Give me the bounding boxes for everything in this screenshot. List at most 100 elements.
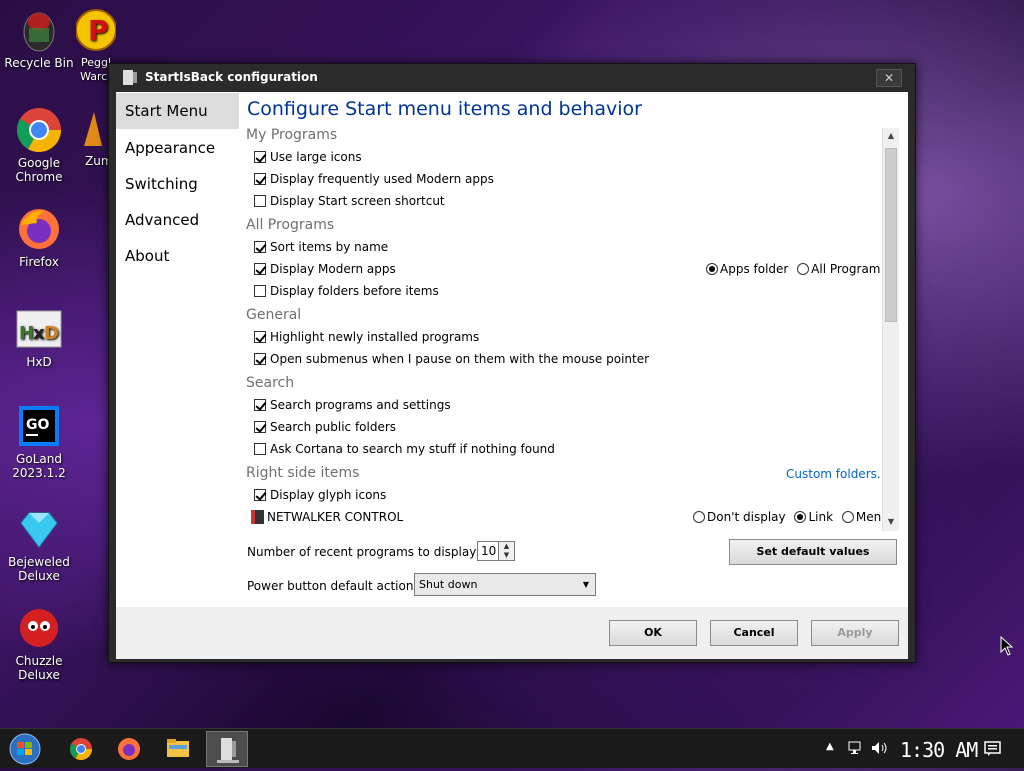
checkbox[interactable] <box>254 331 266 343</box>
zuma-icon <box>80 106 104 154</box>
option-open-submenus[interactable]: Open submenus when I pause on them with … <box>254 351 649 367</box>
close-button[interactable]: ✕ <box>876 69 902 87</box>
checkbox[interactable] <box>254 399 266 411</box>
option-use-large-icons[interactable]: Use large icons <box>254 149 362 165</box>
chuzzle-icon <box>15 604 63 652</box>
option-display-glyph[interactable]: Display glyph icons <box>254 487 386 503</box>
taskbar-clock[interactable]: 1:30 AM <box>900 738 978 762</box>
scroll-down-arrow-icon[interactable]: ▼ <box>883 514 899 530</box>
radio-all-programs[interactable]: All Programs <box>797 262 881 276</box>
desktop-icon-goland[interactable]: GO GoLand 2023.1.2 <box>0 402 78 480</box>
dialog-titlebar[interactable]: StartIsBack configuration ✕ <box>109 64 915 92</box>
radio-button[interactable] <box>693 511 705 523</box>
taskbar-startisback[interactable] <box>206 731 248 767</box>
radio-label: All Programs <box>811 262 881 276</box>
recent-programs-spinner[interactable]: ▲ ▼ <box>498 541 515 561</box>
firefox-icon <box>15 205 63 253</box>
option-search-public[interactable]: Search public folders <box>254 419 396 435</box>
checkbox[interactable] <box>254 353 266 365</box>
option-display-start-screen-shortcut[interactable]: Display Start screen shortcut <box>254 193 445 209</box>
section-search: Search <box>246 375 295 391</box>
radio-button[interactable] <box>706 263 718 275</box>
network-icon[interactable] <box>848 741 864 758</box>
checkbox[interactable] <box>254 151 266 163</box>
checkbox[interactable] <box>254 421 266 433</box>
spin-up-icon[interactable]: ▲ <box>499 542 514 551</box>
nav-switching[interactable]: Switching <box>116 166 239 202</box>
option-label: Search programs and settings <box>270 398 451 412</box>
option-label: Search public folders <box>270 420 397 434</box>
startisback-app-icon <box>217 738 239 763</box>
option-label: Display glyph icons <box>270 488 387 502</box>
apply-button[interactable]: Apply <box>811 620 899 646</box>
power-action-dropdown[interactable]: Shut down ▼ <box>414 573 596 596</box>
checkbox[interactable] <box>254 489 266 501</box>
peggle-icon: P <box>76 6 116 54</box>
netwalker-label: NETWALKER CONTROL <box>267 510 404 524</box>
nav-appearance[interactable]: Appearance <box>116 130 239 166</box>
radio-apps-folder[interactable]: Apps folder <box>706 262 788 276</box>
radio-label: Menu <box>855 510 881 524</box>
desktop-icon-chrome[interactable]: Google Chrome <box>0 106 78 184</box>
option-folders-before-items[interactable]: Display folders before items <box>254 283 439 299</box>
radio-button[interactable] <box>794 511 807 523</box>
taskbar-firefox[interactable] <box>108 731 150 767</box>
start-button[interactable] <box>4 731 46 767</box>
option-sort-by-name[interactable]: Sort items by name <box>254 239 388 255</box>
nav-advanced[interactable]: Advanced <box>116 202 239 238</box>
option-search-programs[interactable]: Search programs and settings <box>254 397 451 413</box>
desktop-icon-label: Chuzzle Deluxe <box>15 654 63 682</box>
checkbox[interactable] <box>254 443 266 455</box>
nav-about[interactable]: About <box>116 238 239 274</box>
desktop-icon-chuzzle[interactable]: Chuzzle Deluxe <box>0 604 78 682</box>
checkbox[interactable] <box>254 241 266 253</box>
radio-dont-display[interactable]: Don't display <box>693 510 786 524</box>
spin-down-icon[interactable]: ▼ <box>499 551 514 560</box>
option-label: Display Start screen shortcut <box>270 194 445 208</box>
dialog-client-area: Start Menu Appearance Switching Advanced… <box>116 92 908 607</box>
svg-text:GO: GO <box>26 417 49 433</box>
section-general: General <box>246 307 302 323</box>
desktop-icon-firefox[interactable]: Firefox <box>0 205 78 269</box>
desktop-icon-bejeweled[interactable]: Bejeweled Deluxe <box>0 505 78 583</box>
desktop-icon-recycle-bin[interactable]: Recycle Bin <box>0 6 78 70</box>
radio-button[interactable] <box>841 511 854 523</box>
radio-menu[interactable]: Menu <box>841 510 881 524</box>
cancel-button[interactable]: Cancel <box>710 620 798 646</box>
checkbox[interactable] <box>254 173 266 185</box>
checkbox[interactable] <box>254 263 266 275</box>
desktop-icon-label: Bejeweled Deluxe <box>8 555 70 583</box>
ok-button[interactable]: OK <box>609 620 697 646</box>
desktop-icon-zuma[interactable]: Zuma <box>80 106 110 168</box>
checkbox[interactable] <box>254 285 266 297</box>
startisback-app-icon <box>123 70 137 85</box>
power-button-label: Power button default action: <box>247 579 418 593</box>
show-hidden-icons-chevron-up-icon[interactable]: ▲ <box>826 741 834 752</box>
taskbar-chrome[interactable] <box>60 731 102 767</box>
set-default-values-button[interactable]: Set default values <box>729 539 897 565</box>
firefox-icon <box>118 738 140 760</box>
dialog-title: StartIsBack configuration <box>145 70 318 84</box>
radio-link[interactable]: Link <box>794 510 833 524</box>
nav-start-menu[interactable]: Start Menu <box>116 93 239 129</box>
recent-programs-input[interactable]: 10 <box>477 541 499 561</box>
checkbox[interactable] <box>254 195 266 207</box>
option-highlight-new[interactable]: Highlight newly installed programs <box>254 329 479 345</box>
option-display-frequent-modern[interactable]: Display frequently used Modern apps <box>254 171 494 187</box>
custom-folders-link[interactable]: Custom folders... <box>786 467 881 481</box>
options-scrollbar[interactable]: ▲ ▼ <box>882 128 899 531</box>
desktop-icon-hxd[interactable]: HxD HxD <box>0 305 78 369</box>
option-display-modern-apps[interactable]: Display Modern apps <box>254 261 396 277</box>
volume-icon[interactable] <box>871 741 889 758</box>
notifications-icon[interactable] <box>984 741 1002 760</box>
radio-button[interactable] <box>797 263 810 275</box>
taskbar-file-explorer[interactable] <box>157 731 199 767</box>
scroll-up-arrow-icon[interactable]: ▲ <box>883 128 899 144</box>
option-ask-cortana[interactable]: Ask Cortana to search my stuff if nothin… <box>254 441 555 457</box>
section-all-programs: All Programs <box>246 217 335 233</box>
scrollbar-thumb[interactable] <box>885 148 897 322</box>
modern-apps-placement-group: Apps folder All Programs <box>706 261 881 277</box>
desktop-icon-label: GoLand 2023.1.2 <box>12 452 66 480</box>
option-label: Display folders before items <box>270 284 439 298</box>
svg-text:H: H <box>19 323 34 344</box>
